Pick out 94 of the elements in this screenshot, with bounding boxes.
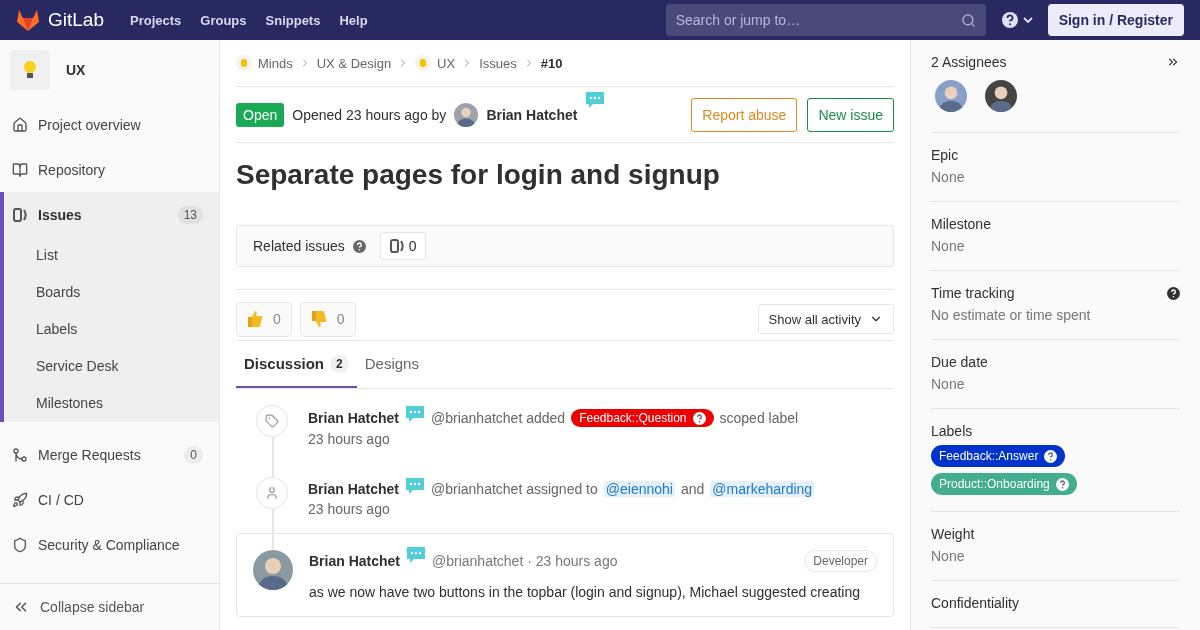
related-issues-title: Related issues: [253, 238, 345, 254]
scoped-label[interactable]: Feedback::Answer: [931, 445, 1066, 467]
scoped-label[interactable]: Feedback::Question: [571, 409, 714, 427]
breadcrumb-link[interactable]: #10: [540, 55, 563, 71]
sidebar-subitem[interactable]: List: [4, 237, 219, 274]
author-name[interactable]: Brian Hatchet: [309, 553, 401, 569]
emoji-award-button[interactable]: 0: [236, 301, 292, 337]
nav-link[interactable]: Snippets: [265, 12, 321, 28]
issues-icon: [388, 238, 405, 254]
sidebar-item[interactable]: Issues 13: [4, 192, 219, 237]
merge-icon: [12, 446, 28, 463]
sidebar-subitem[interactable]: Labels: [4, 311, 219, 348]
emoji-award-button[interactable]: 0: [299, 301, 356, 337]
issues-icon: [12, 206, 28, 223]
activity-text: @brianhatchet added: [431, 410, 566, 426]
section-title: Labels: [931, 423, 973, 439]
user-mention-link[interactable]: @markeharding: [710, 481, 815, 497]
help-icon[interactable]: [1001, 12, 1036, 28]
avatar: [935, 80, 967, 112]
timestamp: 23 hours ago: [308, 431, 391, 447]
author-name[interactable]: Brian Hatchet: [486, 106, 578, 123]
count-badge: 0: [184, 445, 203, 464]
rocket-icon: [12, 491, 28, 508]
section-title: Due date: [931, 354, 988, 370]
sidebar-subitem[interactable]: Boards: [4, 274, 219, 311]
chat-bubble-icon: [405, 405, 426, 423]
section-title: Confidentiality: [931, 595, 1019, 611]
sidebar-subitem[interactable]: Service Desk: [4, 348, 219, 385]
help-icon[interactable]: [1167, 286, 1180, 300]
chat-bubble-icon: [405, 477, 426, 495]
user-mention-link[interactable]: @eiennohi: [603, 481, 675, 497]
home-icon: [12, 116, 28, 133]
nav-link[interactable]: Groups: [200, 12, 247, 28]
author-name[interactable]: Brian Hatchet: [308, 481, 400, 497]
breadcrumb-link[interactable]: UX: [437, 55, 456, 71]
nav-link[interactable]: Projects: [130, 12, 182, 28]
tab[interactable]: Designs: [356, 341, 427, 388]
project-name[interactable]: UX: [66, 62, 86, 78]
section-value: No estimate or time spent: [931, 307, 1092, 323]
activity-text: scoped label: [719, 410, 799, 426]
project-avatar: [10, 50, 50, 90]
breadcrumb-link[interactable]: Minds: [258, 55, 293, 71]
avatar: [454, 102, 479, 127]
section-title: Epic: [931, 147, 959, 163]
section-title: Time tracking: [931, 285, 1015, 301]
section-value: None: [931, 238, 966, 254]
breadcrumb-link[interactable]: Issues: [479, 55, 517, 71]
thumbs-down-icon: [310, 310, 327, 328]
author-name[interactable]: Brian Hatchet: [308, 410, 400, 426]
activity-text: @brianhatchet assigned to: [431, 481, 598, 497]
chat-bubble-icon: [406, 546, 427, 564]
avatar: [985, 80, 1017, 112]
status-badge: Open: [236, 102, 285, 127]
sidebar-item[interactable]: CI / CD: [4, 477, 219, 522]
count-badge: 2: [330, 354, 349, 373]
sidebar-item[interactable]: Project overview: [4, 102, 219, 147]
section-title: Weight: [931, 526, 975, 542]
opened-text: Opened 23 hours ago by: [292, 106, 447, 123]
thumbs-up-icon: [247, 310, 263, 328]
brand-name[interactable]: GitLab: [48, 9, 104, 31]
tab[interactable]: Discussion 2: [236, 341, 357, 388]
group-avatar: [236, 55, 252, 71]
help-icon[interactable]: [1044, 449, 1058, 463]
related-count-badge: 0: [379, 232, 426, 260]
breadcrumb-link[interactable]: UX & Design: [316, 55, 392, 71]
chat-bubble-icon: [585, 91, 606, 109]
double-chevron-icon[interactable]: [1166, 55, 1180, 69]
new-issue-button[interactable]: New issue: [807, 97, 894, 132]
sidebar-item[interactable]: Security & Compliance: [4, 522, 219, 567]
activity-text: and: [680, 481, 705, 497]
comment-meta: @brianhatchet · 23 hours ago: [432, 553, 618, 569]
comment-text: as we now have two buttons in the topbar (login and signup), Michael suggested creating: [309, 584, 861, 600]
search-field[interactable]: Search or jump to…: [665, 4, 986, 36]
section-value: None: [931, 169, 966, 185]
avatar: [253, 550, 293, 590]
sidebar-subitem[interactable]: Milestones: [4, 385, 219, 422]
sign-in-button[interactable]: Sign in / Register: [1047, 4, 1184, 36]
book-icon: [12, 161, 28, 178]
issue-title: Separate pages for login and signup: [236, 158, 721, 192]
section-title: 2 Assignees: [931, 54, 1007, 70]
search-icon: [960, 12, 976, 28]
section-value: None: [931, 548, 966, 564]
section-title: Milestone: [931, 216, 991, 232]
section-value: None: [931, 376, 966, 392]
group-avatar: [415, 55, 432, 71]
count-badge: 13: [177, 205, 203, 224]
timestamp: 23 hours ago: [308, 501, 391, 517]
shield-icon: [12, 536, 28, 553]
nav-link[interactable]: Help: [339, 12, 368, 28]
help-icon[interactable]: [352, 239, 366, 253]
sidebar-item[interactable]: Repository: [4, 147, 219, 192]
activity-filter-dropdown[interactable]: Show all activity: [757, 304, 894, 334]
sidebar-item[interactable]: Merge Requests 0: [4, 432, 219, 477]
fox-logo[interactable]: [16, 9, 40, 31]
